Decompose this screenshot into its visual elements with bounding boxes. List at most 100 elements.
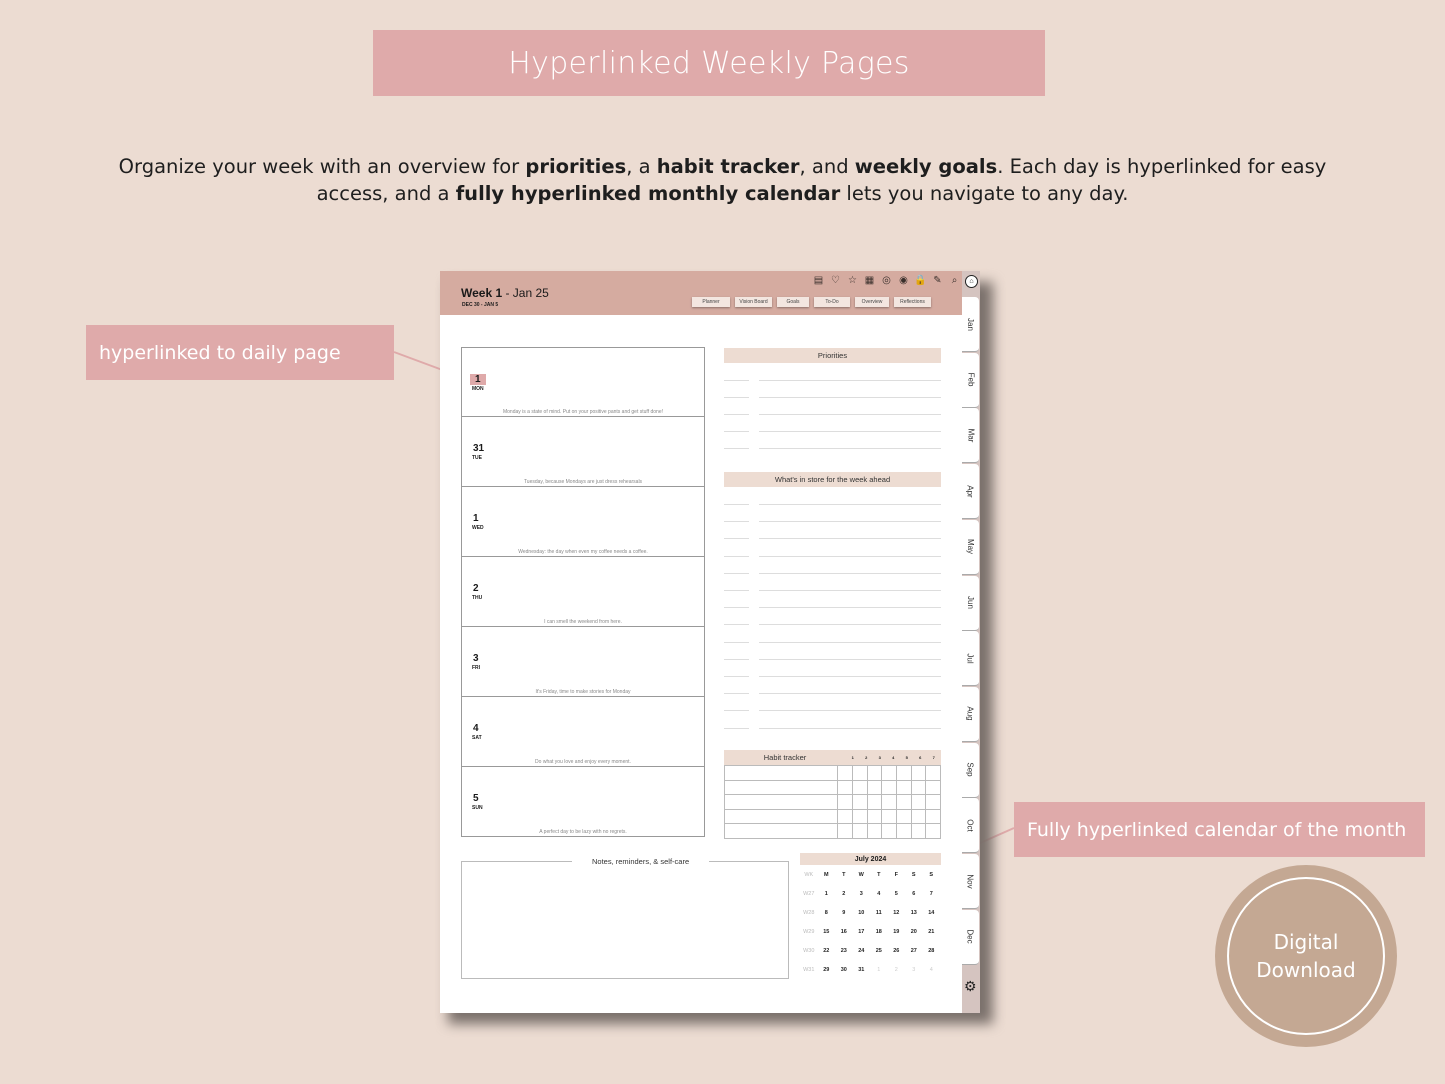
week-ahead-line[interactable] xyxy=(724,658,941,660)
habit-check-cell[interactable] xyxy=(853,780,868,794)
tab-oct[interactable]: Oct xyxy=(962,798,979,854)
calendar-day-link[interactable]: 17 xyxy=(853,929,871,935)
calendar-day-link[interactable]: 15 xyxy=(818,929,836,935)
week-ahead-line[interactable] xyxy=(724,555,941,557)
nav-button-overview[interactable]: Overview xyxy=(855,297,889,307)
habit-check-cell[interactable] xyxy=(912,795,927,809)
habit-check-cell[interactable] xyxy=(838,766,854,780)
habit-check-cell[interactable] xyxy=(853,766,868,780)
calendar-title[interactable]: July 2024 xyxy=(800,853,941,865)
habit-check-cell[interactable] xyxy=(838,795,854,809)
habit-check-cell[interactable] xyxy=(897,766,912,780)
calendar-day-link[interactable]: 12 xyxy=(888,910,906,916)
tab-jan[interactable]: Jan xyxy=(962,297,979,352)
day-number-link[interactable]: 2 xyxy=(473,583,479,594)
priority-line[interactable] xyxy=(724,397,941,399)
calendar-day-link[interactable]: 9 xyxy=(835,910,853,916)
nav-button-goals[interactable]: Goals xyxy=(777,297,809,307)
priority-line[interactable] xyxy=(724,380,941,381)
day-row[interactable]: 3 FRI It's Friday, time to make stories fo… xyxy=(461,627,705,697)
calendar-day-link[interactable]: 24 xyxy=(853,948,871,954)
heart-icon[interactable]: ♡ xyxy=(829,274,842,287)
calendar-day-link[interactable]: 4 xyxy=(870,891,888,897)
gear-icon[interactable]: ⚙ xyxy=(964,978,977,995)
habit-check-cell[interactable] xyxy=(926,795,942,809)
habit-check-cell[interactable] xyxy=(912,824,927,838)
notes-box[interactable]: Notes, reminders, & self-care xyxy=(461,857,789,979)
clipboard-icon[interactable]: ▤ xyxy=(812,274,825,287)
home-icon[interactable]: ⌂ xyxy=(965,275,978,288)
calendar-day-link[interactable]: 30 xyxy=(835,967,853,973)
habit-check-cell[interactable] xyxy=(882,795,898,809)
habit-check-cell[interactable] xyxy=(912,780,927,794)
target-icon[interactable]: ◉ xyxy=(897,274,910,287)
day-row[interactable]: 5 SUN A perfect day to be lazy with no reg… xyxy=(461,767,705,837)
tab-dec[interactable]: Dec xyxy=(962,909,979,965)
habit-check-cell[interactable] xyxy=(868,809,883,823)
week-number-link[interactable]: W27 xyxy=(800,891,818,897)
calendar-day-link[interactable]: 20 xyxy=(905,929,923,935)
habit-check-cell[interactable] xyxy=(912,766,927,780)
habit-name-cell[interactable] xyxy=(725,795,839,809)
habit-name-cell[interactable] xyxy=(725,780,839,794)
week-number-link[interactable]: W31 xyxy=(800,967,818,973)
habit-check-cell[interactable] xyxy=(897,809,912,823)
habit-check-cell[interactable] xyxy=(882,824,898,838)
habit-check-cell[interactable] xyxy=(926,780,942,794)
calendar-day-link[interactable]: 18 xyxy=(870,929,888,935)
star-icon[interactable]: ☆ xyxy=(846,274,859,287)
calendar-day-link[interactable]: 27 xyxy=(905,948,923,954)
habit-check-cell[interactable] xyxy=(868,824,883,838)
calendar-day-link[interactable]: 31 xyxy=(853,967,871,973)
tab-jul[interactable]: Jul xyxy=(962,631,979,687)
calendar-day-link[interactable]: 1 xyxy=(870,967,888,973)
calendar-icon[interactable]: ▦ xyxy=(863,274,876,287)
calendar-day-link[interactable]: 14 xyxy=(923,910,941,916)
habit-check-cell[interactable] xyxy=(912,809,927,823)
week-number-link[interactable]: W28 xyxy=(800,910,818,916)
calendar-day-link[interactable]: 29 xyxy=(818,967,836,973)
habit-check-cell[interactable] xyxy=(853,795,868,809)
week-ahead-line[interactable] xyxy=(724,710,941,712)
calendar-day-link[interactable]: 6 xyxy=(905,891,923,897)
calendar-day-link[interactable]: 16 xyxy=(835,929,853,935)
tab-apr[interactable]: Apr xyxy=(962,464,979,520)
habit-name-cell[interactable] xyxy=(725,824,839,838)
calendar-day-link[interactable]: 1 xyxy=(818,891,836,897)
habit-check-cell[interactable] xyxy=(882,780,898,794)
tab-nov[interactable]: Nov xyxy=(962,854,979,909)
week-ahead-line[interactable] xyxy=(724,572,941,574)
week-ahead-line[interactable] xyxy=(724,504,941,505)
nav-button-to-do[interactable]: To-Do xyxy=(814,297,850,307)
calendar-day-link[interactable]: 22 xyxy=(818,948,836,954)
habit-check-cell[interactable] xyxy=(838,824,854,838)
day-number-link[interactable]: 5 xyxy=(473,793,479,804)
nav-button-planner[interactable]: Planner xyxy=(692,297,730,307)
habit-check-cell[interactable] xyxy=(853,824,868,838)
habit-check-cell[interactable] xyxy=(868,766,883,780)
calendar-day-link[interactable]: 3 xyxy=(905,967,923,973)
calendar-day-link[interactable]: 8 xyxy=(818,910,836,916)
day-row[interactable]: 1 MON Monday is a state of mind. Put on yo… xyxy=(461,347,705,417)
day-number-link[interactable]: 3 xyxy=(473,653,479,664)
week-number-link[interactable]: W29 xyxy=(800,929,818,935)
bullseye-icon[interactable]: ◎ xyxy=(880,274,893,287)
calendar-day-link[interactable]: 7 xyxy=(923,891,941,897)
week-ahead-line[interactable] xyxy=(724,590,941,591)
calendar-day-link[interactable]: 2 xyxy=(888,967,906,973)
calendar-day-link[interactable]: 2 xyxy=(835,891,853,897)
habit-check-cell[interactable] xyxy=(853,809,868,823)
habit-check-cell[interactable] xyxy=(897,795,912,809)
habit-check-cell[interactable] xyxy=(897,780,912,794)
calendar-day-link[interactable]: 23 xyxy=(835,948,853,954)
week-ahead-line[interactable] xyxy=(724,676,941,677)
day-number-link[interactable]: 4 xyxy=(473,723,479,734)
habit-check-cell[interactable] xyxy=(838,780,854,794)
calendar-day-link[interactable]: 5 xyxy=(888,891,906,897)
calendar-day-link[interactable]: 11 xyxy=(870,910,888,916)
week-ahead-line[interactable] xyxy=(724,521,941,523)
calendar-day-link[interactable]: 21 xyxy=(923,929,941,935)
day-row[interactable]: 2 THU I can smell the weekend from here. xyxy=(461,557,705,627)
calendar-day-link[interactable]: 13 xyxy=(905,910,923,916)
tab-sep[interactable]: Sep xyxy=(962,742,979,798)
